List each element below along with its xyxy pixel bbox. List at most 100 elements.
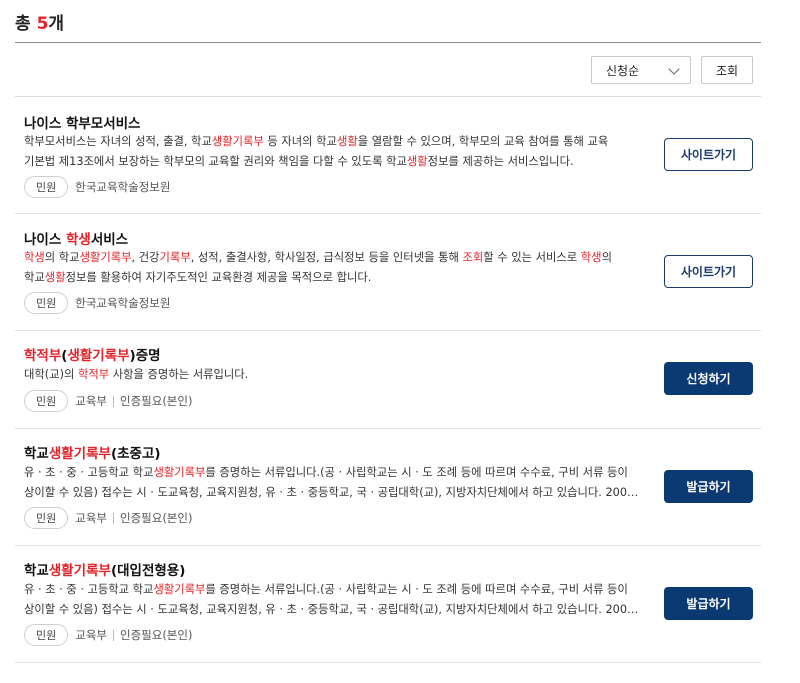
text-segment: , 성적, 출결사항, 학사일정, 급식정보 등을 인터넷을 통해 [190, 251, 463, 264]
item-meta: 민원 교육부 인증필요(본인) [24, 507, 192, 529]
category-tag: 민원 [24, 390, 69, 412]
highlighted-keyword: 생활기록부 [79, 251, 132, 264]
apply-button[interactable]: 신청하기 [664, 362, 753, 395]
text-segment: 정보를 제공하는 서비스입니다. [427, 155, 574, 168]
item-title[interactable]: 나이스 학부모서비스 [24, 112, 140, 132]
text-segment: 사항을 증명하는 서류입니다. [109, 368, 249, 381]
text-segment: 유 · 초 · 중 · 고등학교 학교 [24, 466, 154, 479]
item-title[interactable]: 나이스 학생서비스 [24, 228, 128, 248]
item-meta: 민원 한국교육학술정보원 [24, 176, 170, 198]
meta-separator [113, 629, 114, 641]
item-auth-requirement: 인증필요(본인) [120, 511, 193, 525]
highlighted-keyword: 생활 [406, 155, 428, 168]
text-segment: 를 증명하는 서류입니다.(공 · 사립학교는 시 · 도 조례 등에 따르며 … [205, 583, 628, 596]
item-organization: 한국교육학술정보원 [75, 296, 171, 310]
text-segment: 할 수 있는 서비스로 [483, 251, 581, 264]
text-segment: 상이할 수 있음) 접수는 시 · 도교육청, 교육지원청, 유 · 초 · 중… [24, 486, 639, 499]
meta-separator [113, 512, 114, 524]
text-segment: 의 학교 [44, 251, 80, 264]
result-count-prefix: 총 [15, 14, 37, 34]
description-line: 상이할 수 있음) 접수는 시 · 도교육청, 교육지원청, 유 · 초 · 중… [24, 483, 644, 503]
text-segment: 상이할 수 있음) 접수는 시 · 도교육청, 교육지원청, 유 · 초 · 중… [24, 603, 639, 616]
item-description: 학부모서비스는 자녀의 성적, 출결, 학교생활기록부 등 자녀의 학교생활을 … [24, 132, 644, 172]
sort-select[interactable]: 신청순 [591, 56, 691, 84]
item-description: 유 · 초 · 중 · 고등학교 학교생활기록부를 증명하는 서류입니다.(공 … [24, 580, 644, 620]
list-item: 학교생활기록부(대입전형용) 유 · 초 · 중 · 고등학교 학교생활기록부를… [15, 546, 761, 663]
site-link-button[interactable]: 사이트가기 [664, 255, 753, 288]
text-segment: , 건강 [131, 251, 160, 264]
highlighted-keyword: 생활기록부 [153, 466, 206, 479]
highlighted-keyword: 생활기록부 [67, 348, 130, 364]
text-segment: 학부모서비스는 자녀의 성적, 출결, 학교 [24, 135, 212, 148]
top-divider [15, 42, 761, 43]
highlighted-keyword: 생활 [336, 135, 358, 148]
item-description: 학생의 학교생활기록부, 건강기록부, 성적, 출결사항, 학사일정, 급식정보… [24, 248, 644, 288]
search-button[interactable]: 조회 [701, 56, 753, 84]
issue-button[interactable]: 발급하기 [664, 470, 753, 503]
text-segment: 을 열람할 수 있으며, 학부모의 교육 참여를 통해 교육 [357, 135, 609, 148]
item-auth-requirement: 인증필요(본인) [120, 394, 193, 408]
text-segment: 기본법 제13조에서 보장하는 학부모의 교육할 권리와 책임을 다할 수 있도… [24, 155, 407, 168]
item-organization: 교육부 [75, 511, 107, 525]
highlighted-keyword: 생활기록부 [48, 446, 111, 462]
highlighted-keyword: 조회 [462, 251, 484, 264]
highlighted-keyword: 학생 [580, 251, 602, 264]
item-meta: 민원 교육부 인증필요(본인) [24, 624, 192, 646]
text-segment: 학교 [24, 446, 49, 462]
category-tag: 민원 [24, 624, 69, 646]
highlighted-keyword: 생활 [44, 271, 66, 284]
description-line: 유 · 초 · 중 · 고등학교 학교생활기록부를 증명하는 서류입니다.(공 … [24, 463, 644, 483]
highlighted-keyword: 학생 [65, 232, 91, 248]
item-title[interactable]: 학교생활기록부(초중고) [24, 442, 161, 462]
text-segment: 대학(교)의 [24, 368, 78, 381]
highlighted-keyword: 학적부 [24, 348, 62, 364]
description-line: 학부모서비스는 자녀의 성적, 출결, 학교생활기록부 등 자녀의 학교생활을 … [24, 132, 644, 152]
highlighted-keyword: 학생 [24, 251, 45, 264]
site-link-button[interactable]: 사이트가기 [664, 138, 753, 171]
category-tag: 민원 [24, 176, 69, 198]
item-title[interactable]: 학적부(생활기록부)증명 [24, 344, 161, 364]
text-segment: 서비스 [90, 232, 129, 248]
item-title[interactable]: 학교생활기록부(대입전형용) [24, 559, 185, 579]
list-item: 나이스 학부모서비스 학부모서비스는 자녀의 성적, 출결, 학교생활기록부 등… [15, 97, 761, 214]
list-item: 나이스 학생서비스 학생의 학교생활기록부, 건강기록부, 성적, 출결사항, … [15, 214, 761, 331]
text-segment: 정보를 활용하여 자기주도적인 교육환경 제공을 목적으로 합니다. [65, 271, 372, 284]
description-line: 기본법 제13조에서 보장하는 학부모의 교육할 권리와 책임을 다할 수 있도… [24, 152, 644, 172]
category-tag: 민원 [24, 292, 69, 314]
text-segment: (초중고) [110, 446, 161, 462]
text-segment: 나이스 [24, 232, 66, 248]
item-description: 대학(교)의 학적부 사항을 증명하는 서류입니다. [24, 365, 644, 385]
sort-select-value: 신청순 [606, 63, 640, 78]
item-meta: 민원 한국교육학술정보원 [24, 292, 170, 314]
item-meta: 민원 교육부 인증필요(본인) [24, 390, 192, 412]
search-results-panel: 총 5개 신청순 조회 나이스 학부모서비스 학부모서비스는 자녀의 성적, 출… [0, 0, 800, 683]
text-segment: )증명 [129, 348, 161, 364]
list-item: 학적부(생활기록부)증명 대학(교)의 학적부 사항을 증명하는 서류입니다. … [15, 331, 761, 429]
category-tag: 민원 [24, 507, 69, 529]
text-segment: 의 [601, 251, 612, 264]
description-line: 유 · 초 · 중 · 고등학교 학교생활기록부를 증명하는 서류입니다.(공 … [24, 580, 644, 600]
text-segment: 학교 [24, 563, 49, 579]
item-description: 유 · 초 · 중 · 고등학교 학교생활기록부를 증명하는 서류입니다.(공 … [24, 463, 644, 503]
text-segment: 나이스 학부모서비스 [24, 116, 141, 132]
result-count-suffix: 개 [48, 14, 65, 34]
issue-button[interactable]: 발급하기 [664, 587, 753, 620]
text-segment: (대입전형용) [110, 563, 186, 579]
item-auth-requirement: 인증필요(본인) [120, 628, 193, 642]
item-organization: 한국교육학술정보원 [75, 180, 171, 194]
highlighted-keyword: 생활기록부 [153, 583, 206, 596]
description-line: 학생의 학교생활기록부, 건강기록부, 성적, 출결사항, 학사일정, 급식정보… [24, 248, 644, 268]
text-segment: 유 · 초 · 중 · 고등학교 학교 [24, 583, 154, 596]
highlighted-keyword: 생활기록부 [48, 563, 111, 579]
result-count-number: 5 [36, 14, 49, 34]
text-segment: 등 자녀의 학교 [263, 135, 337, 148]
description-line: 상이할 수 있음) 접수는 시 · 도교육청, 교육지원청, 유 · 초 · 중… [24, 600, 644, 620]
highlighted-keyword: 학적부 [77, 368, 110, 381]
text-segment: 학교 [24, 271, 45, 284]
description-line: 학교생활정보를 활용하여 자기주도적인 교육환경 제공을 목적으로 합니다. [24, 268, 644, 288]
list-item: 학교생활기록부(초중고) 유 · 초 · 중 · 고등학교 학교생활기록부를 증… [15, 429, 761, 546]
item-organization: 교육부 [75, 628, 107, 642]
result-count: 총 5개 [15, 9, 64, 34]
text-segment: 를 증명하는 서류입니다.(공 · 사립학교는 시 · 도 조례 등에 따르며 … [205, 466, 628, 479]
chevron-down-icon [668, 63, 680, 75]
